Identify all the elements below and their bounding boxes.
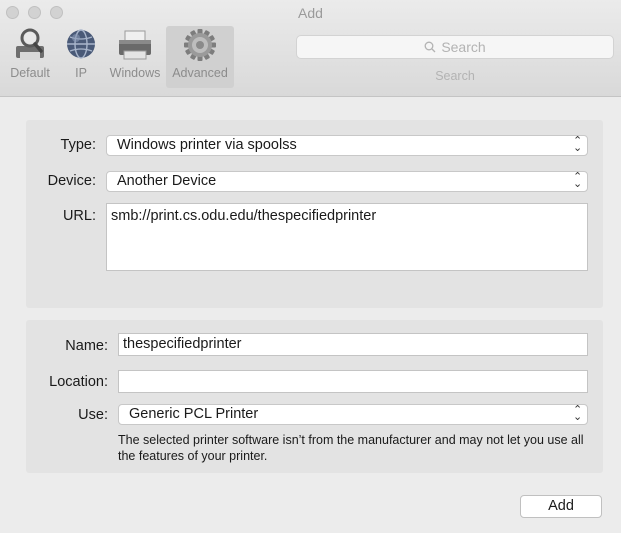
name-field[interactable]: thespecifiedprinter (118, 333, 588, 356)
window-toolbar: Add Default IP Windows Advanced Search S… (0, 0, 621, 97)
chevron-updown-icon: ⌃ ⌄ (573, 404, 583, 423)
gear-icon (184, 29, 216, 61)
type-value: Windows printer via spoolss (117, 137, 297, 153)
device-select[interactable]: Another Device ⌃ ⌄ (106, 171, 588, 192)
window-title: Add (298, 5, 323, 21)
url-field[interactable]: smb://print.cs.odu.edu/thespecifiedprint… (106, 203, 588, 271)
use-select[interactable]: Generic PCL Printer ⌃ ⌄ (118, 404, 588, 425)
toolbar-advanced-label: Advanced (172, 66, 228, 80)
default-printer-icon (16, 28, 44, 60)
device-label: Device: (47, 173, 96, 189)
search-label: Search (435, 69, 475, 83)
location-field[interactable] (118, 370, 588, 393)
use-value: Generic PCL Printer (129, 406, 259, 422)
driver-warning-note: The selected printer software isn’t from… (118, 433, 584, 463)
windows-printer-icon (119, 30, 151, 60)
toolbar-ip-label: IP (75, 66, 87, 80)
use-label: Use: (78, 407, 108, 423)
location-label: Location: (49, 374, 108, 390)
toolbar-windows[interactable]: Windows (106, 26, 164, 88)
toolbar-default-label: Default (10, 66, 50, 80)
search-field[interactable]: Search (296, 35, 614, 59)
type-select[interactable]: Windows printer via spoolss ⌃ ⌄ (106, 135, 588, 156)
add-printer-window: Add Default IP Windows Advanced Search S… (0, 0, 621, 533)
globe-icon (67, 29, 95, 59)
chevron-updown-icon: ⌃ ⌄ (573, 171, 583, 190)
add-button[interactable]: Add (520, 495, 602, 518)
toolbar-ip[interactable]: IP (58, 26, 104, 88)
name-label: Name: (65, 338, 108, 354)
chevron-updown-icon: ⌃ ⌄ (573, 135, 583, 154)
toolbar-default[interactable]: Default (4, 26, 56, 88)
device-value: Another Device (117, 173, 217, 189)
type-label: Type: (60, 137, 96, 153)
search-placeholder: Search (441, 39, 486, 55)
toolbar-windows-label: Windows (109, 66, 161, 80)
toolbar-advanced[interactable]: Advanced (166, 26, 234, 88)
url-label: URL: (62, 208, 96, 224)
search-icon (424, 41, 436, 53)
